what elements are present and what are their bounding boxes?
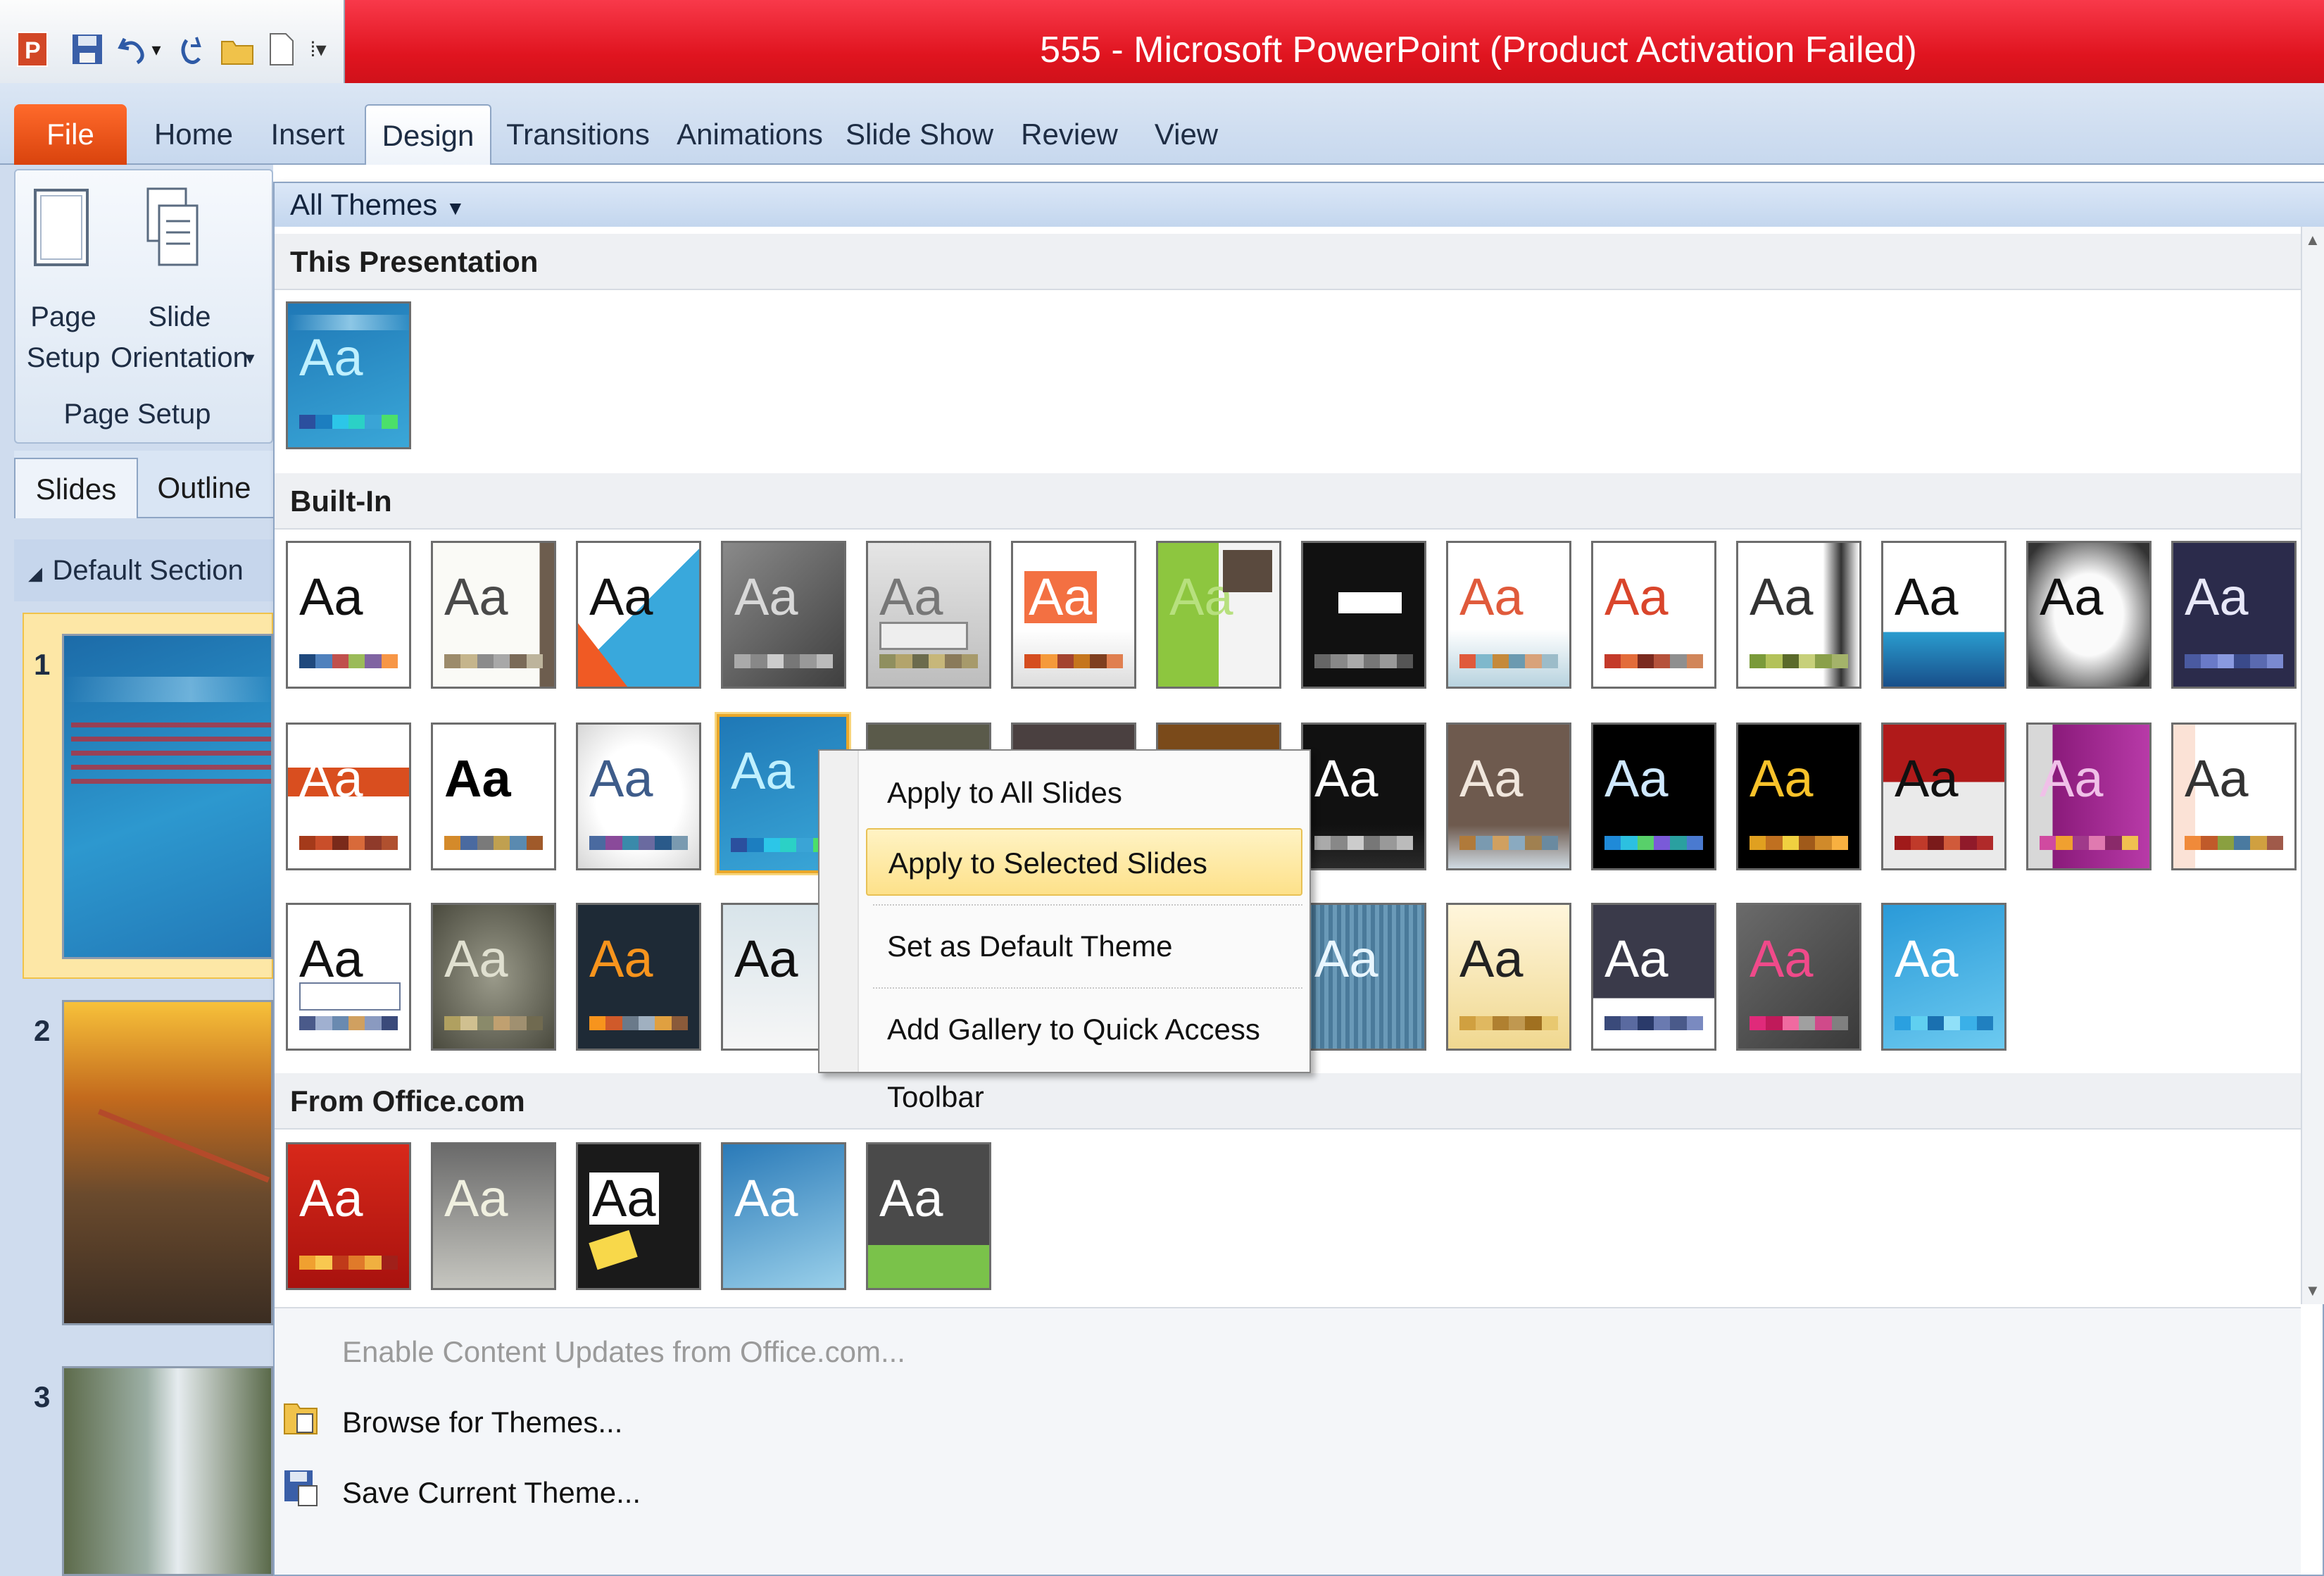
menu-item-set-default[interactable]: Set as Default Theme xyxy=(866,913,1302,980)
tab-home[interactable]: Home xyxy=(148,104,239,165)
save-current-theme[interactable]: Save Current Theme... xyxy=(342,1465,641,1521)
theme-tile[interactable]: Aa xyxy=(1156,541,1281,689)
tab-file[interactable]: File xyxy=(14,104,127,165)
theme-tile[interactable]: Aa xyxy=(2171,541,2297,689)
chevron-down-icon[interactable]: ▾ xyxy=(239,338,260,377)
theme-tile[interactable] xyxy=(1301,541,1426,689)
theme-tile[interactable]: Aa xyxy=(721,541,846,689)
section-this-presentation: This Presentation xyxy=(275,234,2301,290)
menu-separator xyxy=(873,904,1302,906)
tab-insert[interactable]: Insert xyxy=(262,104,353,165)
page-setup-group-label: Page Setup xyxy=(63,399,211,430)
context-menu-gutter xyxy=(819,751,859,1072)
tab-view[interactable]: View xyxy=(1141,104,1232,165)
theme-tile[interactable]: Aa xyxy=(1301,903,1426,1051)
slide-thumbnail-1[interactable] xyxy=(62,634,273,959)
theme-tile[interactable]: Aa xyxy=(1011,541,1136,689)
scroll-up-icon[interactable]: ▲ xyxy=(2305,231,2320,249)
theme-tile[interactable]: Aa xyxy=(1591,541,1716,689)
tab-review[interactable]: Review xyxy=(1017,104,1122,165)
open-icon[interactable] xyxy=(218,27,258,72)
theme-tile[interactable]: Aa xyxy=(431,1142,556,1290)
theme-tile[interactable]: Aa xyxy=(2026,541,2152,689)
tab-slide-show[interactable]: Slide Show xyxy=(842,104,997,165)
theme-tile[interactable]: Aa xyxy=(431,903,556,1051)
menu-item-add-to-qat[interactable]: Add Gallery to Quick Access Toolbar xyxy=(866,996,1302,1113)
page-setup-icon[interactable] xyxy=(31,186,94,270)
redo-icon[interactable] xyxy=(173,27,213,72)
theme-tile-current[interactable]: Aa xyxy=(286,301,411,449)
section-built-in: Built-In xyxy=(275,473,2301,530)
theme-tile[interactable]: Aa xyxy=(866,541,991,689)
slide-orientation-label-line2[interactable]: Orientation xyxy=(106,338,253,377)
tab-outline[interactable]: Outline xyxy=(141,458,268,518)
tab-transitions[interactable]: Transitions xyxy=(504,104,652,165)
theme-tile[interactable]: Aa xyxy=(576,541,701,689)
powerpoint-logo-icon[interactable]: P xyxy=(13,27,52,72)
window-title: 555 - Microsoft PowerPoint (Product Acti… xyxy=(1040,30,1917,70)
theme-tile[interactable]: Aa xyxy=(1591,723,1716,870)
slide-thumbnail-3[interactable] xyxy=(62,1366,273,1576)
slide-number-3: 3 xyxy=(34,1380,51,1413)
browse-themes-icon xyxy=(283,1397,320,1437)
menu-separator xyxy=(873,987,1302,989)
theme-tile[interactable]: Aa xyxy=(286,903,411,1051)
theme-tile[interactable]: Aa xyxy=(866,1142,991,1290)
dropdown-arrow-icon: ▼ xyxy=(445,197,465,219)
theme-sample-text: Aa xyxy=(299,328,363,387)
slide-number-2: 2 xyxy=(34,1014,51,1047)
theme-tile[interactable]: Aa xyxy=(1881,903,2006,1051)
slide-number-1: 1 xyxy=(34,648,51,681)
theme-tile[interactable]: Aa xyxy=(1446,541,1571,689)
theme-tile[interactable]: Aa xyxy=(2026,723,2152,870)
all-themes-filter[interactable]: All Themes ▼ xyxy=(275,183,2324,227)
theme-tile[interactable]: Aa xyxy=(1881,723,2006,870)
section-name: Default Section xyxy=(52,555,244,586)
theme-tile[interactable]: Aa xyxy=(431,541,556,689)
undo-icon[interactable] xyxy=(113,27,152,72)
theme-tile[interactable]: Aa xyxy=(576,903,701,1051)
collapse-triangle-icon: ◢ xyxy=(28,563,53,584)
svg-text:P: P xyxy=(25,37,41,64)
page-setup-label-line1[interactable]: Page xyxy=(21,297,106,337)
tab-animations[interactable]: Animations xyxy=(676,104,824,165)
gallery-scrollbar[interactable]: ▲ ▼ xyxy=(2301,227,2324,1304)
menu-item-apply-selected[interactable]: Apply to Selected Slides xyxy=(866,828,1302,896)
theme-tile[interactable]: Aa xyxy=(1881,541,2006,689)
menu-item-apply-all[interactable]: Apply to All Slides xyxy=(866,759,1302,827)
tab-slides[interactable]: Slides xyxy=(14,458,138,518)
enable-content-updates[interactable]: Enable Content Updates from Office.com..… xyxy=(342,1324,905,1380)
tab-design[interactable]: Design xyxy=(365,104,491,165)
theme-tile[interactable]: Aa xyxy=(1591,903,1716,1051)
save-icon[interactable] xyxy=(68,27,107,72)
slide-orientation-label-line1[interactable]: Slide xyxy=(134,297,225,337)
theme-tile[interactable]: Aa xyxy=(286,1142,411,1290)
theme-tile[interactable]: Aa xyxy=(286,723,411,870)
theme-tile[interactable]: Aa xyxy=(1301,723,1426,870)
theme-tile[interactable]: Aa xyxy=(431,723,556,870)
scroll-down-icon[interactable]: ▼ xyxy=(2305,1282,2320,1300)
browse-for-themes[interactable]: Browse for Themes... xyxy=(342,1394,622,1451)
page-setup-label-line2[interactable]: Setup xyxy=(21,338,106,377)
theme-tile[interactable]: Aa xyxy=(1446,903,1571,1051)
undo-dropdown-icon[interactable]: ▾ xyxy=(148,27,165,72)
theme-tile[interactable]: Aa xyxy=(1736,541,1861,689)
section-header[interactable]: ◢ Default Section xyxy=(14,539,273,601)
theme-tile[interactable]: Aa xyxy=(1736,903,1861,1051)
slide-orientation-icon[interactable] xyxy=(138,186,208,270)
theme-tile[interactable]: Aa xyxy=(286,541,411,689)
all-themes-label: All Themes xyxy=(290,188,438,221)
theme-tile[interactable]: Aa xyxy=(1736,723,1861,870)
theme-tile[interactable]: Aa xyxy=(2171,723,2297,870)
save-theme-icon xyxy=(283,1468,320,1507)
theme-tile[interactable]: Aa xyxy=(1446,723,1571,870)
section-from-office: From Office.com xyxy=(275,1073,2301,1130)
theme-tile[interactable]: Aa xyxy=(576,1142,701,1290)
slide-thumbnail-2[interactable] xyxy=(62,1000,273,1325)
theme-tile[interactable]: Aa xyxy=(721,1142,846,1290)
new-icon[interactable] xyxy=(262,27,301,72)
theme-tile[interactable]: Aa xyxy=(576,723,701,870)
customize-qat-icon[interactable]: ⁞▾ xyxy=(304,27,332,72)
